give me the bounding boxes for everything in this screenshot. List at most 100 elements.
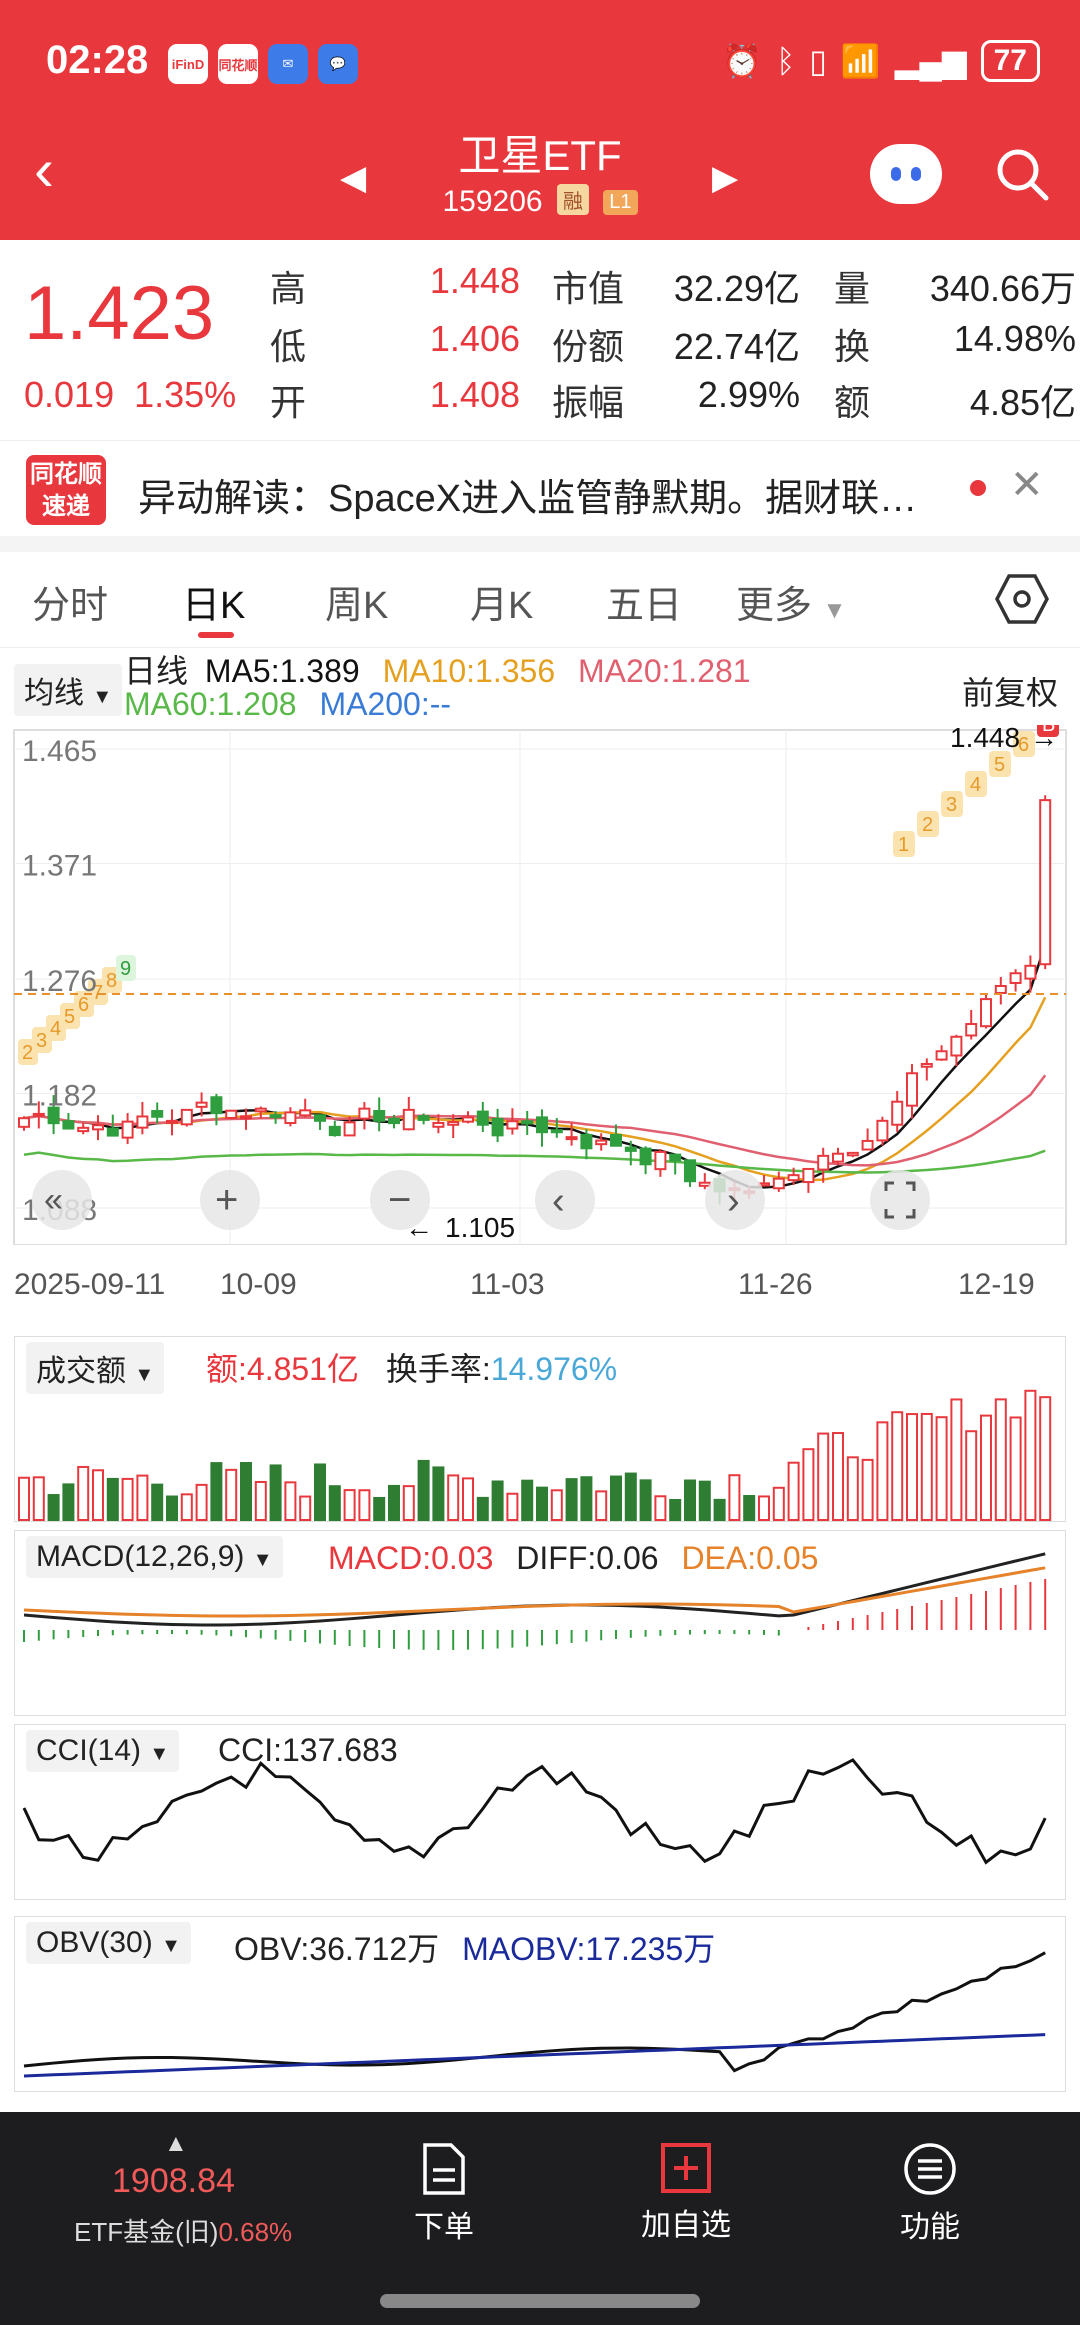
index-info[interactable]: ETF基金(旧)0.68% bbox=[74, 2212, 292, 2249]
plus-icon: + bbox=[215, 1178, 238, 1222]
volume-label: 量 bbox=[834, 268, 871, 309]
quote-panel: 1.423 0.019 1.35% 高 1.448 市值 32.29亿 量 34… bbox=[0, 240, 1080, 430]
home-indicator[interactable] bbox=[380, 2294, 700, 2308]
kline-chart[interactable]: 23456789123456BT 1.4651.3711.2761.1821.0… bbox=[0, 725, 1080, 1245]
volume-bar bbox=[166, 1495, 178, 1521]
volume-bar bbox=[521, 1479, 534, 1522]
ifind-app-icon: iFinD bbox=[168, 44, 208, 84]
tab-timeshare[interactable]: 分时 bbox=[32, 574, 108, 629]
candle-body bbox=[491, 1117, 504, 1137]
volume-bar bbox=[225, 1468, 238, 1521]
price-tick-2: 1.371 bbox=[22, 849, 97, 882]
vibrate-icon: ▯ bbox=[809, 43, 827, 79]
order-button[interactable]: 下单 bbox=[374, 2142, 514, 2246]
tab-daily-k[interactable]: 日K bbox=[182, 574, 245, 629]
volume-bar bbox=[92, 1469, 104, 1522]
mail-app-icon: ✉ bbox=[268, 44, 308, 84]
status-time: 02:28 bbox=[46, 38, 149, 82]
tab-more[interactable]: 更多 ▼ bbox=[736, 574, 846, 629]
high-value: 1.448 bbox=[429, 260, 520, 301]
tab-five-day[interactable]: 五日 bbox=[606, 574, 682, 629]
candle-body bbox=[698, 1181, 711, 1187]
volume-bar bbox=[328, 1485, 341, 1521]
expand-up-icon[interactable]: ▲ bbox=[164, 2130, 188, 2158]
candle-body bbox=[32, 1112, 45, 1117]
candle-body bbox=[225, 1109, 238, 1119]
candle-body bbox=[669, 1153, 682, 1162]
signal-text-4: 4 bbox=[50, 1018, 61, 1040]
amplitude-value: 2.99% bbox=[697, 374, 800, 415]
candle-body bbox=[610, 1134, 622, 1147]
candle-body bbox=[18, 1117, 30, 1128]
candle-body bbox=[106, 1127, 119, 1137]
candle-body bbox=[1039, 799, 1052, 966]
settings-hexagon-icon[interactable] bbox=[995, 572, 1049, 626]
tab-weekly-k[interactable]: 周K bbox=[325, 574, 388, 629]
date-label-5: 12-19 bbox=[958, 1268, 1035, 1301]
candle-body bbox=[950, 1035, 963, 1057]
candle-body bbox=[1009, 972, 1022, 984]
candle-body bbox=[62, 1120, 75, 1130]
ma-selector-label: 均线 bbox=[24, 677, 84, 710]
candle-body bbox=[388, 1117, 400, 1125]
volume-bar bbox=[891, 1411, 904, 1521]
candle-body bbox=[832, 1152, 844, 1163]
candle-body bbox=[92, 1124, 104, 1131]
battery-icon: 77 bbox=[980, 40, 1040, 82]
volume-bar bbox=[447, 1474, 460, 1521]
candle-body bbox=[373, 1110, 386, 1122]
add-box-icon bbox=[661, 2143, 711, 2193]
signal-markers: 23456789123456BT bbox=[18, 725, 1059, 1065]
amount-label: 额 bbox=[834, 382, 871, 423]
function-button[interactable]: 功能 bbox=[860, 2142, 1000, 2246]
candle-body bbox=[358, 1107, 371, 1120]
volume-bar bbox=[610, 1475, 622, 1522]
price-adjust-label[interactable]: 前复权 bbox=[962, 668, 1058, 714]
volume-bar bbox=[1024, 1389, 1037, 1522]
maobv-line bbox=[23, 2033, 1046, 2078]
ai-assistant-icon[interactable] bbox=[870, 144, 942, 204]
tonghuashun-app-icon: 同花顺 bbox=[218, 44, 258, 84]
date-label-3: 11-03 bbox=[470, 1268, 545, 1301]
volume-bar bbox=[476, 1496, 489, 1521]
ma20-value: MA20:1.281 bbox=[578, 653, 751, 689]
candle-body bbox=[136, 1115, 149, 1129]
news-alert-bar[interactable]: 同花顺 速递 异动解读：SpaceX进入监管静默期。据财联… bbox=[0, 440, 1080, 536]
volume-bar bbox=[1009, 1416, 1022, 1521]
candle-body bbox=[891, 1100, 904, 1126]
candle-body bbox=[180, 1108, 193, 1126]
signal-text-right-1: 1 bbox=[898, 834, 909, 856]
candle-body bbox=[595, 1139, 608, 1146]
index-value[interactable]: 1908.84 bbox=[112, 2162, 235, 2201]
volume-bar bbox=[595, 1490, 608, 1522]
candle-body bbox=[314, 1114, 326, 1122]
tab-monthly-k[interactable]: 月K bbox=[470, 574, 533, 629]
volume-bar bbox=[684, 1479, 696, 1522]
volume-bar bbox=[787, 1461, 800, 1521]
volume-bar bbox=[580, 1476, 593, 1521]
minus-icon: − bbox=[388, 1178, 411, 1222]
ma-selector[interactable]: 均线 ▼ bbox=[14, 664, 123, 716]
volume-chart bbox=[14, 1336, 1066, 1522]
signal-text-2: 2 bbox=[22, 1042, 33, 1064]
candle-body bbox=[299, 1109, 312, 1117]
change-percent: 1.35% bbox=[134, 374, 237, 415]
volume-bar bbox=[624, 1472, 637, 1521]
close-icon[interactable]: ✕ bbox=[1010, 462, 1044, 508]
candle-body bbox=[254, 1107, 267, 1113]
candle-body bbox=[906, 1072, 918, 1107]
market-cap-value: 32.29亿 bbox=[673, 268, 800, 309]
volume-bar bbox=[876, 1421, 889, 1521]
volume-bar bbox=[698, 1480, 711, 1522]
volume-bar bbox=[195, 1483, 208, 1521]
ma10-value: MA10:1.356 bbox=[382, 653, 556, 689]
volume-bar bbox=[343, 1489, 356, 1521]
add-watchlist-button[interactable]: 加自选 bbox=[616, 2142, 756, 2244]
volume-bar bbox=[994, 1398, 1007, 1521]
search-icon[interactable] bbox=[994, 146, 1050, 202]
candle-body bbox=[240, 1115, 252, 1120]
volume-bar bbox=[728, 1474, 741, 1521]
candle-body bbox=[1024, 964, 1037, 980]
candle-body bbox=[195, 1101, 208, 1108]
ma-lines bbox=[23, 944, 1047, 1189]
